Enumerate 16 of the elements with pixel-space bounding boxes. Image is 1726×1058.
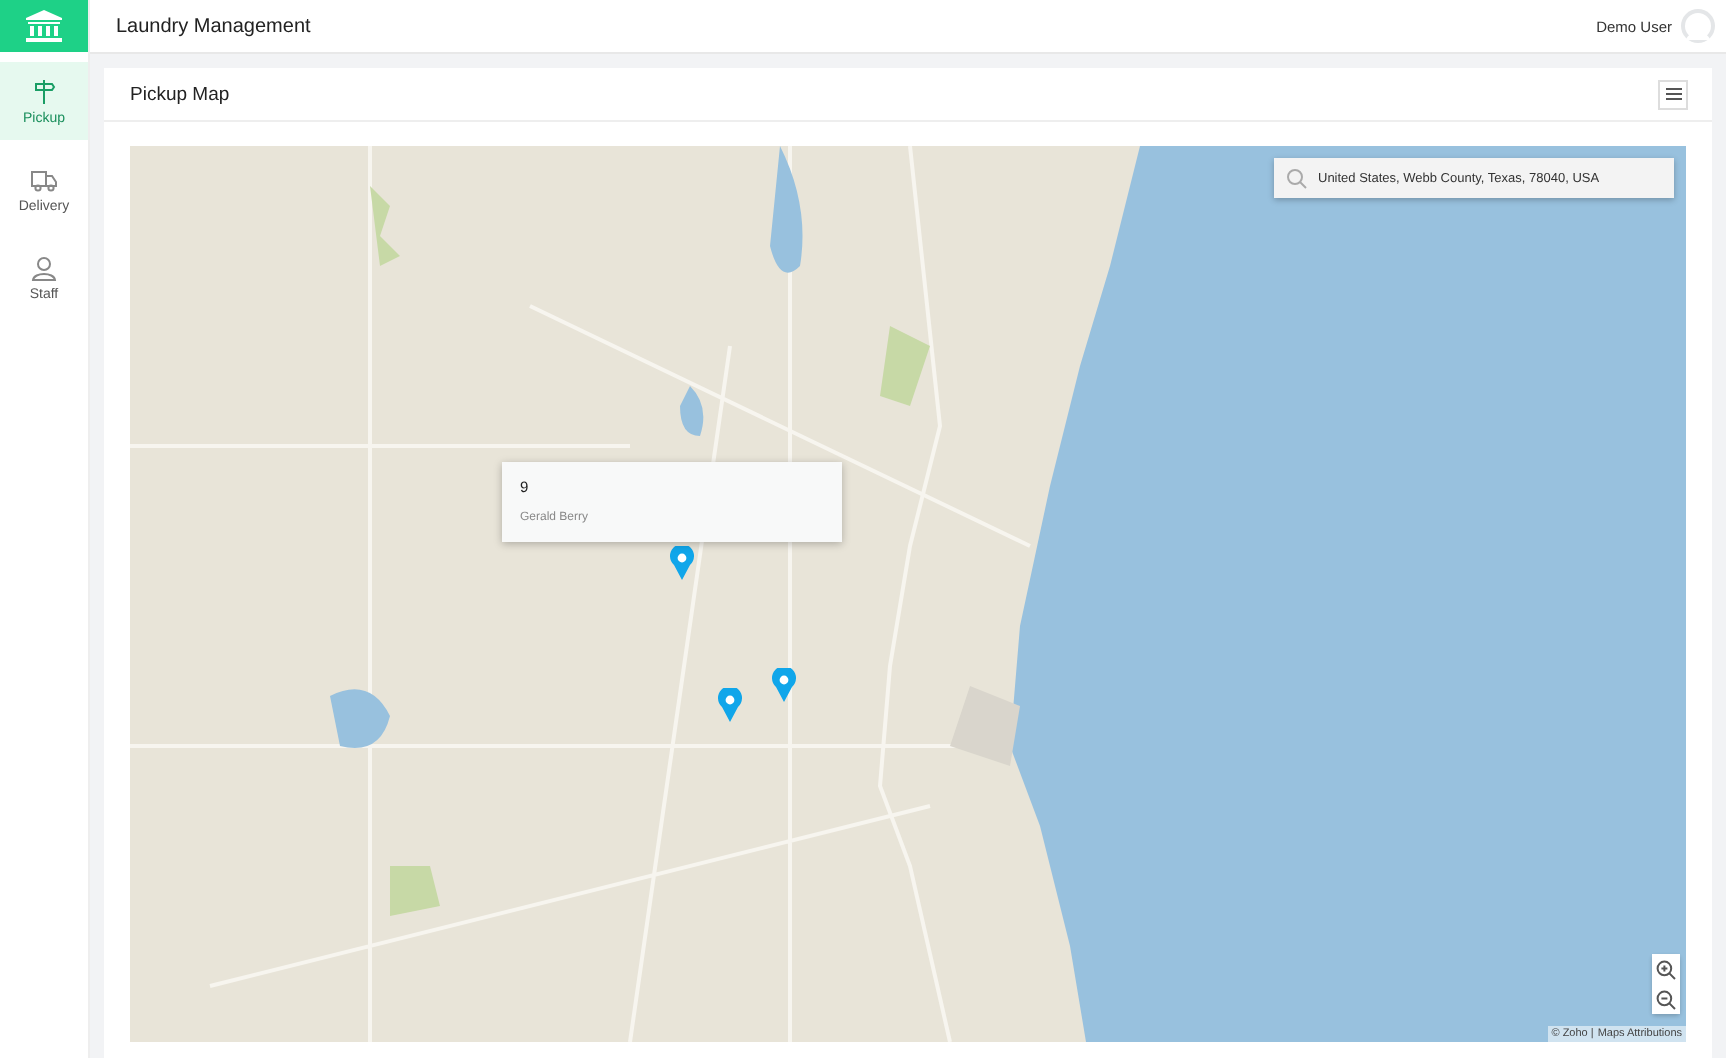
map-pin-icon[interactable]	[772, 668, 796, 702]
map-pin-icon[interactable]	[670, 546, 694, 580]
zoom-in-button[interactable]	[1652, 954, 1680, 984]
bank-icon	[26, 10, 62, 42]
search-icon	[1286, 167, 1308, 189]
panel-title: Pickup Map	[130, 83, 232, 105]
zoom-out-button[interactable]	[1652, 984, 1680, 1014]
menu-button[interactable]	[1658, 79, 1688, 109]
person-icon	[30, 253, 58, 281]
app-title: Laundry Management	[116, 15, 313, 37]
truck-icon	[30, 165, 58, 193]
zoom-out-icon	[1656, 989, 1676, 1009]
signpost-icon	[30, 77, 58, 105]
zoom-in-icon	[1656, 959, 1676, 979]
menu-icon	[1665, 88, 1681, 100]
map-pin-icon[interactable]	[718, 688, 742, 722]
